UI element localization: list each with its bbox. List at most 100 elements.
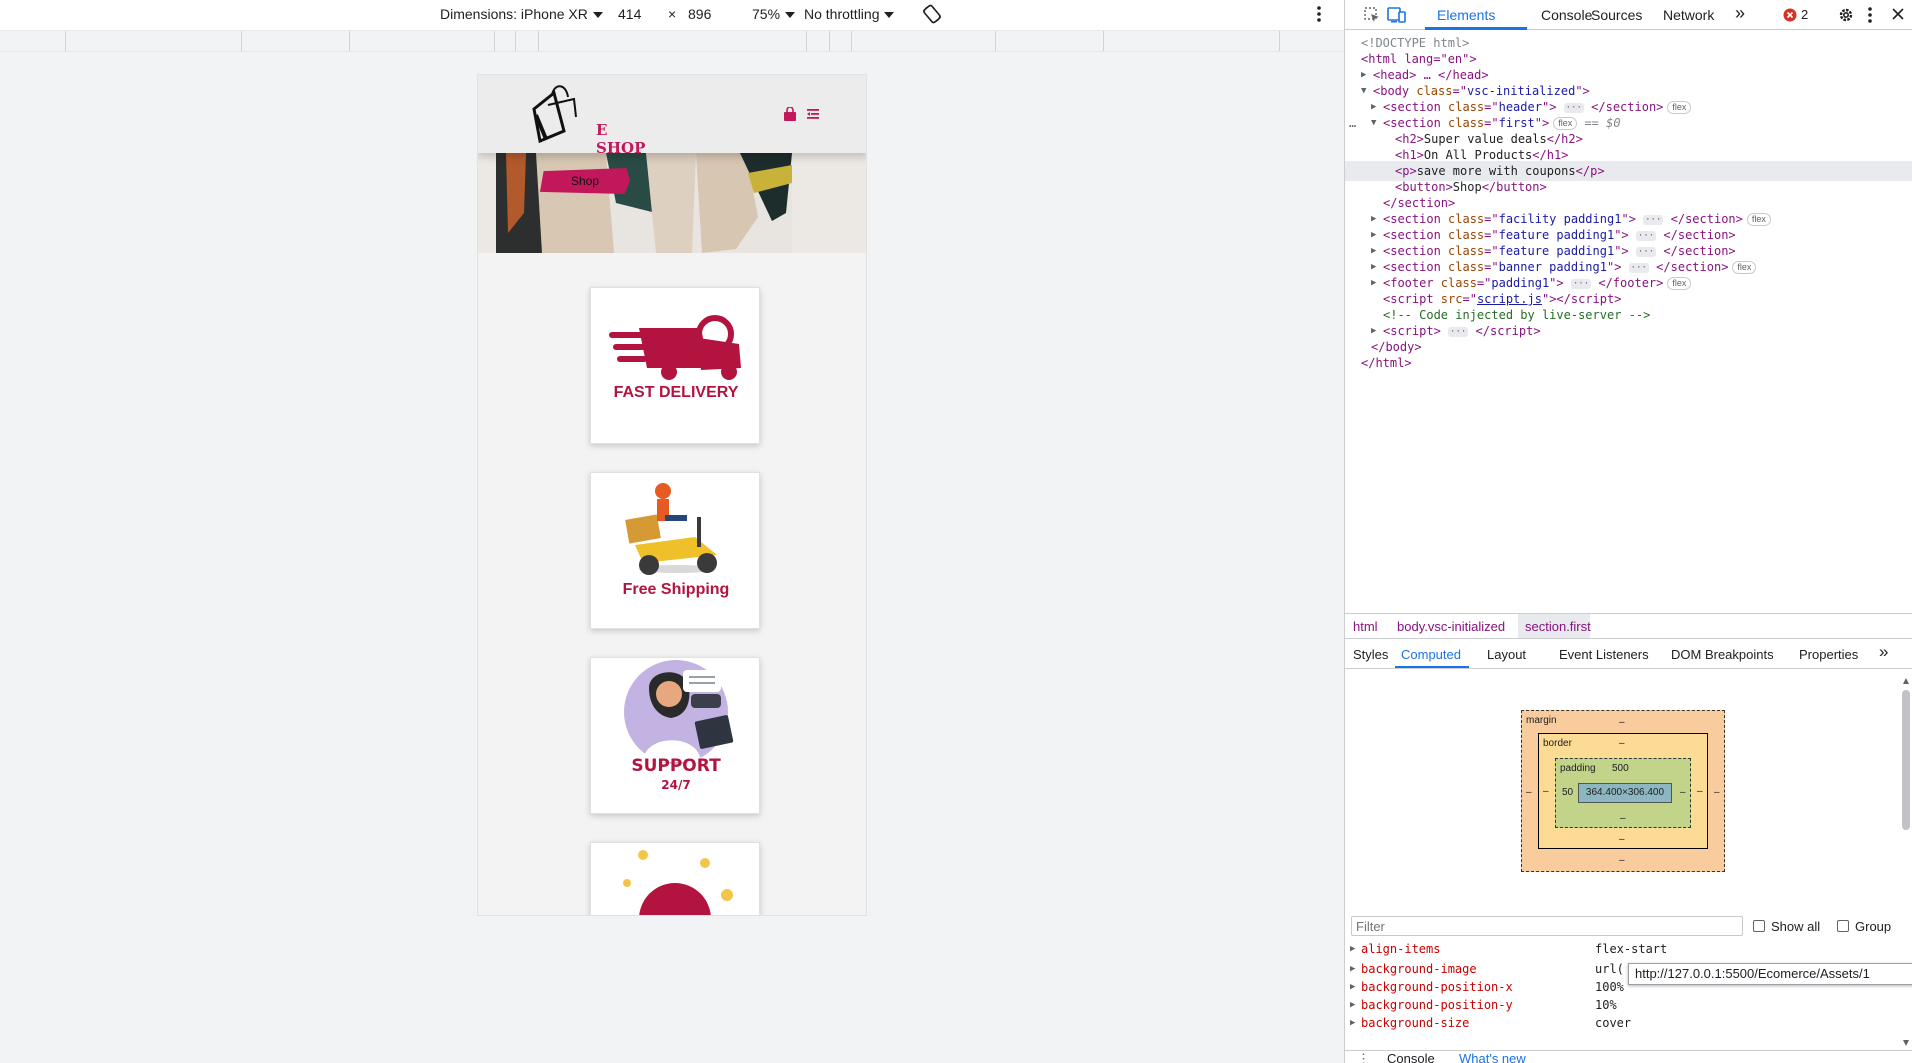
rotate-icon[interactable] xyxy=(922,4,942,24)
throttling-dropdown[interactable]: No throttling xyxy=(804,6,895,22)
flex-badge[interactable]: flex xyxy=(1732,261,1757,274)
box-model-padding[interactable]: padding 500 50 – – 364.400×306.400 xyxy=(1555,758,1691,828)
menu-icon[interactable] xyxy=(806,107,820,121)
footer-class-value: padding1 xyxy=(1491,276,1550,290)
button-text: Shop xyxy=(1452,180,1482,194)
device-dimensions-dropdown[interactable]: Dimensions: iPhone XR xyxy=(440,6,603,22)
header-class-value: header xyxy=(1498,100,1542,114)
chevron-down-icon xyxy=(785,11,796,18)
active-subtab-indicator xyxy=(1395,666,1469,668)
margin-top: – xyxy=(1619,717,1625,728)
width-input[interactable]: 414 xyxy=(618,6,641,22)
feature-card-support: SUPPORT 24/7 xyxy=(590,657,760,814)
media-query-ruler[interactable] xyxy=(0,30,1344,52)
drawer-tab-whats-new[interactable]: What's new xyxy=(1459,1051,1526,1063)
tab-event-listeners[interactable]: Event Listeners xyxy=(1559,647,1649,662)
prop-value: cover xyxy=(1595,1016,1632,1030)
script-link[interactable]: script.js xyxy=(1477,292,1542,306)
border-left: – xyxy=(1543,786,1549,797)
prop-value: url( xyxy=(1595,962,1624,976)
shopping-bag-icon[interactable] xyxy=(783,106,797,121)
crumb-body[interactable]: body.vsc-initialized xyxy=(1397,619,1505,634)
tab-elements[interactable]: Elements xyxy=(1437,7,1495,23)
border-label: border xyxy=(1543,738,1572,749)
margin-left: – xyxy=(1526,787,1532,798)
computed-properties-list: ▶ align-items flex-start ▶ background-image… xyxy=(1345,940,1912,1048)
flex-badge[interactable]: flex xyxy=(1667,277,1692,290)
tab-console[interactable]: Console xyxy=(1541,7,1592,23)
scooter-courier-image xyxy=(625,483,717,575)
box-model-content[interactable]: 364.400×306.400 xyxy=(1578,783,1672,803)
site-header: E SHOP xyxy=(478,75,866,157)
tab-dom-breakpoints[interactable]: DOM Breakpoints xyxy=(1671,647,1774,662)
prop-value: 10% xyxy=(1595,998,1617,1012)
dom-html-close[interactable]: </html> xyxy=(1361,353,1412,373)
computed-prop-row[interactable]: ▶ background-size cover xyxy=(1345,1014,1912,1032)
head-node-text: <head> … </head> xyxy=(1373,68,1489,82)
padding-right: – xyxy=(1680,787,1686,798)
padding-bottom: – xyxy=(1620,813,1626,824)
flex-badge[interactable]: flex xyxy=(1746,213,1771,226)
tab-styles[interactable]: Styles xyxy=(1353,647,1388,662)
drawer-tab-console[interactable]: Console xyxy=(1387,1051,1435,1063)
prop-name: align-items xyxy=(1361,942,1441,956)
row-actions-icon[interactable]: … xyxy=(1349,113,1356,133)
padding-label: padding xyxy=(1560,763,1596,774)
flex-badge[interactable]: flex xyxy=(1667,101,1692,114)
margin-bottom: – xyxy=(1619,855,1625,866)
devtools-panel: Elements Console Sources Network » 2 <!D… xyxy=(1344,0,1912,1063)
customize-menu-icon[interactable] xyxy=(1867,6,1873,27)
height-value: 896 xyxy=(688,6,712,22)
group-checkbox[interactable] xyxy=(1837,920,1849,932)
error-badge[interactable]: 2 xyxy=(1783,7,1808,25)
active-tab-indicator xyxy=(1425,27,1527,30)
tab-computed[interactable]: Computed xyxy=(1401,647,1461,662)
tab-layout[interactable]: Layout xyxy=(1487,647,1526,662)
feature-class-value: feature padding1 xyxy=(1498,228,1615,242)
banner-class-value: banner padding1 xyxy=(1498,260,1607,274)
computed-prop-row[interactable]: ▶ align-items flex-start xyxy=(1345,940,1912,958)
prop-name: background-position-y xyxy=(1361,998,1513,1012)
zoom-value: 75% xyxy=(752,6,781,22)
devtools-window: { "device_toolbar": { "dimensions_label"… xyxy=(0,0,1912,1063)
close-devtools-icon[interactable] xyxy=(1891,7,1905,24)
prop-name: background-position-x xyxy=(1361,980,1513,994)
prop-value: flex-start xyxy=(1595,942,1668,956)
computed-prop-row[interactable]: ▶ background-position-y 10% xyxy=(1345,996,1912,1014)
crumb-html[interactable]: html xyxy=(1353,619,1378,634)
error-count: 2 xyxy=(1801,7,1809,22)
drawer-menu-icon[interactable]: ⋮ xyxy=(1357,1051,1370,1063)
filter-input[interactable] xyxy=(1351,916,1743,936)
box-model-diagram[interactable]: margin – – – – border – – – – padding 50… xyxy=(1521,710,1725,872)
first-class-value: first xyxy=(1498,116,1535,130)
url-tooltip: http://127.0.0.1:5500/Ecomerce/Assets/1 xyxy=(1628,963,1912,985)
more-tabs-icon[interactable]: » xyxy=(1735,3,1745,24)
device-toggle-icon[interactable] xyxy=(1387,6,1407,27)
feature-class-value: feature padding1 xyxy=(1498,244,1615,258)
show-all-checkbox[interactable] xyxy=(1753,920,1765,932)
crumb-section-first[interactable]: section.first xyxy=(1525,619,1591,634)
shop-button[interactable]: Shop xyxy=(540,168,630,194)
times-sign: × xyxy=(668,6,677,22)
chevron-down-icon xyxy=(592,11,603,18)
width-value: 414 xyxy=(618,6,642,22)
tab-properties[interactable]: Properties xyxy=(1799,647,1858,662)
more-subtabs-icon[interactable]: » xyxy=(1879,642,1888,662)
card-label: SUPPORT xyxy=(631,756,721,776)
throttling-value: No throttling xyxy=(804,6,880,22)
dimension-times: × xyxy=(668,6,676,22)
shop-logo[interactable]: E SHOP xyxy=(524,81,645,157)
box-model-border[interactable]: border – – – – padding 500 50 – – 364.40… xyxy=(1538,733,1708,849)
border-top: – xyxy=(1619,738,1625,749)
dimensions-label: Dimensions: iPhone XR xyxy=(440,6,588,22)
tab-sources[interactable]: Sources xyxy=(1591,7,1642,23)
zoom-dropdown[interactable]: 75% xyxy=(752,6,796,22)
computed-scrollbar[interactable] xyxy=(1901,676,1911,1048)
delivery-scooter-icon xyxy=(609,315,741,380)
device-viewport[interactable]: E SHOP Shop FAST DELIVERY Free Shipping … xyxy=(477,74,867,916)
more-options-icon[interactable] xyxy=(1316,5,1322,23)
tab-network[interactable]: Network xyxy=(1663,7,1714,23)
height-input[interactable]: 896 xyxy=(688,6,711,22)
inspect-element-icon[interactable] xyxy=(1363,6,1381,27)
settings-gear-icon[interactable] xyxy=(1837,6,1855,27)
